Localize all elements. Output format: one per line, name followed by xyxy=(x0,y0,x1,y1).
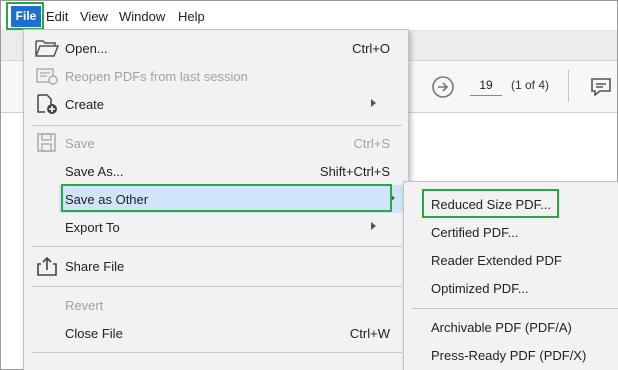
menu-view[interactable]: View xyxy=(80,9,108,24)
reopen-icon xyxy=(36,68,58,85)
shortcut-label: Ctrl+O xyxy=(352,41,390,56)
menu-item-label: Export To xyxy=(65,220,120,235)
menu-item-revert[interactable]: Revert xyxy=(24,291,408,319)
menu-item-close-file[interactable]: Close File Ctrl+W xyxy=(24,319,408,347)
submenu-item-label: Reader Extended PDF xyxy=(431,253,562,268)
menu-separator xyxy=(32,246,402,247)
submenu-item-archivable-pdf[interactable]: Archivable PDF (PDF/A) xyxy=(404,313,618,341)
menu-help[interactable]: Help xyxy=(178,9,205,24)
menu-item-reopen[interactable]: Reopen PDFs from last session xyxy=(24,62,408,90)
create-pdf-icon xyxy=(37,94,57,114)
menu-edit[interactable]: Edit xyxy=(46,9,68,24)
submenu-item-reader-extended-pdf[interactable]: Reader Extended PDF xyxy=(404,246,618,274)
menu-separator xyxy=(32,125,402,126)
menu-item-share-file[interactable]: Share File xyxy=(24,252,408,280)
page-number-input[interactable]: 19 xyxy=(470,74,502,96)
shortcut-label: Ctrl+W xyxy=(349,326,390,341)
file-highlight-box xyxy=(6,2,44,30)
save-icon xyxy=(37,133,56,152)
menu-item-label: Save xyxy=(65,136,95,151)
menu-item-export-to[interactable]: Export To xyxy=(24,213,408,241)
submenu-item-optimized-pdf[interactable]: Optimized PDF... xyxy=(404,274,618,302)
menu-bar: File Edit View Window Help xyxy=(1,1,617,31)
menu-item-create[interactable]: Create xyxy=(24,90,408,118)
menu-item-save-as[interactable]: Save As... Shift+Ctrl+S xyxy=(24,157,408,185)
menu-item-label: Revert xyxy=(65,298,104,313)
folder-open-icon xyxy=(35,40,59,57)
shortcut-label: Shift+Ctrl+S xyxy=(319,164,390,179)
menu-item-label: Share File xyxy=(65,259,125,274)
submenu-item-label: Optimized PDF... xyxy=(431,281,529,296)
submenu-item-certified-pdf[interactable]: Certified PDF... xyxy=(404,218,618,246)
submenu-item-label: Archivable PDF (PDF/A) xyxy=(431,320,572,335)
comment-icon[interactable] xyxy=(589,75,613,99)
shortcut-label: Ctrl+S xyxy=(353,136,390,151)
submenu-separator xyxy=(412,308,618,309)
menu-separator xyxy=(32,286,402,287)
menu-window[interactable]: Window xyxy=(119,9,165,24)
reduced-size-highlight-box xyxy=(422,189,559,218)
menu-item-label: Open... xyxy=(65,41,108,56)
next-page-icon[interactable] xyxy=(431,75,455,99)
save-as-other-highlight-box xyxy=(61,184,392,212)
menu-item-label: Create xyxy=(65,97,105,112)
toolbar-divider xyxy=(568,70,569,102)
menu-item-label: Reopen PDFs from last session xyxy=(65,69,248,84)
menu-item-save[interactable]: Save Ctrl+S xyxy=(24,129,408,157)
submenu-arrow-icon xyxy=(371,99,376,107)
menu-item-label: Save As... xyxy=(65,164,124,179)
page-count: (1 of 4) xyxy=(511,78,550,92)
submenu-item-label: Certified PDF... xyxy=(431,225,519,240)
share-icon xyxy=(37,256,57,276)
submenu-item-press-ready-pdf[interactable]: Press-Ready PDF (PDF/X) xyxy=(404,341,618,369)
submenu-arrow-icon xyxy=(371,222,376,230)
submenu-item-label: Press-Ready PDF (PDF/X) xyxy=(431,348,587,363)
menu-separator xyxy=(32,352,402,353)
menu-item-open[interactable]: Open... Ctrl+O xyxy=(24,34,408,62)
menu-item-label: Close File xyxy=(65,326,123,341)
